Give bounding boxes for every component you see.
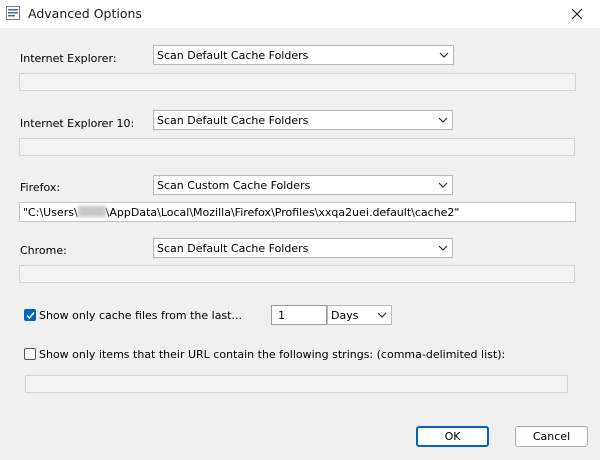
cancel-button[interactable]: Cancel <box>515 426 588 447</box>
firefox-mode-value: Scan Custom Cache Folders <box>157 179 311 192</box>
ie-mode-value: Scan Default Cache Folders <box>157 49 309 62</box>
title-bar: Advanced Options <box>0 0 600 28</box>
firefox-path-prefix: "C:\Users\ <box>23 206 78 219</box>
ie-label: Internet Explorer: <box>20 52 117 65</box>
ie10-path-field <box>19 138 575 156</box>
chrome-mode-select[interactable]: Scan Default Cache Folders <box>153 238 453 258</box>
redacted-username <box>77 206 106 217</box>
url-filter-label: Show only items that their URL contain t… <box>39 348 506 361</box>
url-filter-checkbox[interactable] <box>24 348 36 360</box>
chrome-mode-value: Scan Default Cache Folders <box>157 242 309 255</box>
checkmark-icon <box>26 312 35 320</box>
firefox-mode-select[interactable]: Scan Custom Cache Folders <box>153 175 453 195</box>
ok-button[interactable]: OK <box>416 426 489 447</box>
last-days-checkbox[interactable] <box>24 309 36 321</box>
chevron-down-icon <box>438 182 448 188</box>
ie-path-field <box>19 73 576 91</box>
chevron-down-icon <box>377 312 387 318</box>
last-days-value-input[interactable]: 1 <box>271 305 327 325</box>
close-icon <box>571 8 583 20</box>
firefox-path-suffix: \AppData\Local\Mozilla\Firefox\Profiles\… <box>105 206 460 219</box>
firefox-path-input[interactable]: "C:\Users\ \AppData\Local\Mozilla\Firefox… <box>19 202 576 222</box>
chevron-down-icon <box>438 117 448 123</box>
ie10-mode-select[interactable]: Scan Default Cache Folders <box>153 110 453 130</box>
ie-mode-select[interactable]: Scan Default Cache Folders <box>153 45 454 65</box>
chevron-down-icon <box>438 245 448 251</box>
ie10-mode-value: Scan Default Cache Folders <box>157 114 309 127</box>
window-title: Advanced Options <box>28 6 142 21</box>
last-days-unit-select[interactable]: Days <box>327 305 392 325</box>
last-days-label: Show only cache files from the last... <box>39 309 242 322</box>
chrome-path-field <box>19 265 575 283</box>
last-days-unit-value: Days <box>331 309 359 322</box>
close-button[interactable] <box>554 0 600 28</box>
ie10-label: Internet Explorer 10: <box>20 117 135 130</box>
app-icon <box>6 6 20 20</box>
firefox-label: Firefox: <box>20 181 61 194</box>
chevron-down-icon <box>439 52 449 58</box>
chrome-label: Chrome: <box>20 244 67 257</box>
url-filter-input <box>25 375 568 393</box>
